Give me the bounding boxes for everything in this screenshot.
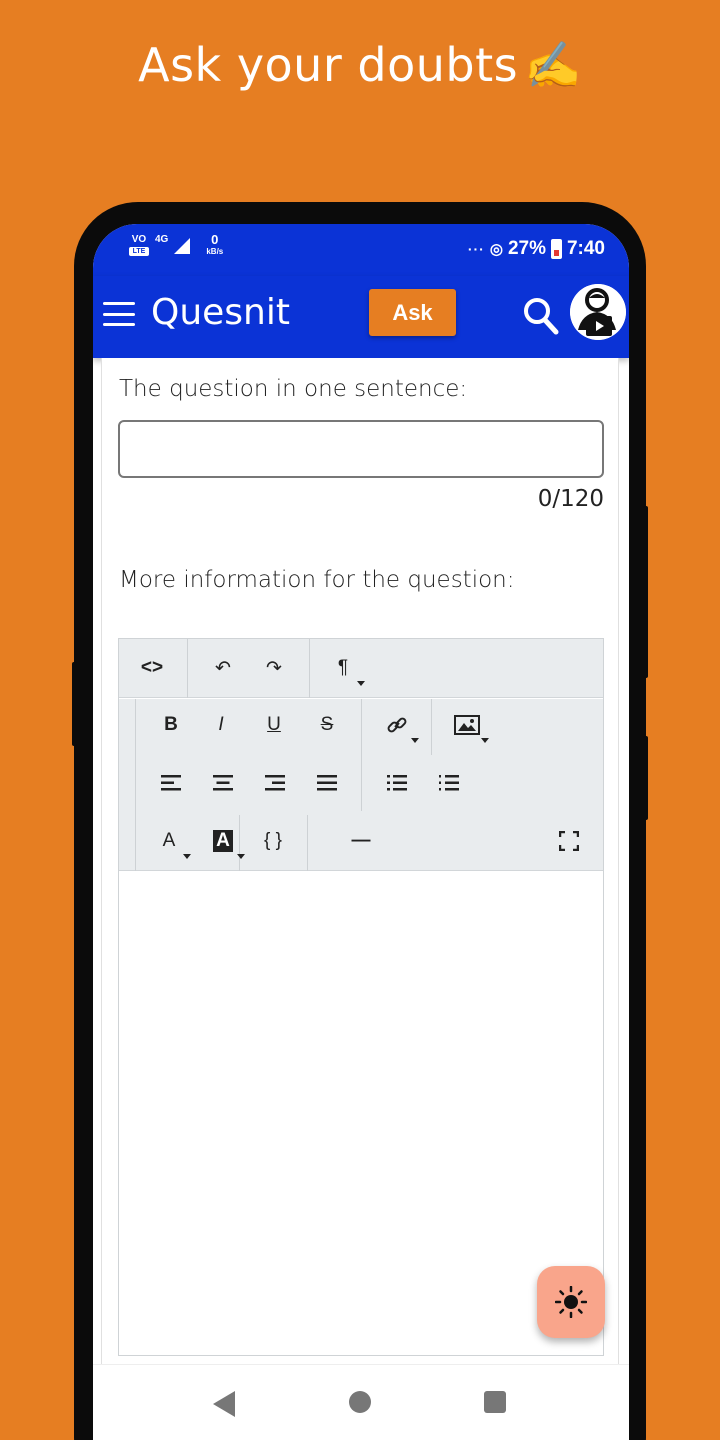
- underline-icon: U: [267, 714, 281, 735]
- status-bar: VO LTE 4G 0 kB/s ··· ◎ 27% 7:40: [93, 224, 629, 276]
- chevron-down-icon: [411, 738, 419, 743]
- writing-hand-icon: ✍️: [524, 38, 582, 92]
- fullscreen-icon: [559, 831, 579, 851]
- toolbar-separator: [361, 699, 362, 811]
- toolbar-separator: [135, 699, 136, 871]
- chevron-down-icon: [237, 854, 245, 859]
- bulleted-list-icon: [387, 775, 407, 791]
- promo-headline-text: Ask your doubts: [138, 38, 519, 92]
- horizontal-rule-icon: —: [351, 830, 371, 851]
- chevron-down-icon: [481, 738, 489, 743]
- recents-square-icon[interactable]: [484, 1391, 506, 1413]
- network-speed-unit: kB/s: [206, 247, 224, 256]
- clock: 7:40: [566, 238, 605, 259]
- image-icon: [454, 715, 480, 735]
- hotspot-icon: ◎: [489, 241, 503, 258]
- fullscreen-button[interactable]: [549, 821, 589, 861]
- align-justify-icon: [317, 775, 337, 791]
- redo-icon: ↷: [266, 657, 282, 679]
- editor-toolbar-row: <> ↶ ↷ ¶: [119, 639, 603, 698]
- question-input[interactable]: [118, 420, 604, 478]
- strikethrough-button[interactable]: S: [307, 705, 347, 745]
- align-center-button[interactable]: [203, 763, 243, 803]
- bold-button[interactable]: B: [151, 705, 191, 745]
- details-label: More information for the question:: [119, 567, 515, 593]
- phone-power-button: [643, 506, 648, 678]
- redo-button[interactable]: ↷: [254, 648, 294, 688]
- undo-icon: ↶: [215, 657, 231, 679]
- promo-headline: Ask your doubts ✍️: [0, 38, 720, 93]
- toolbar-separator: [187, 639, 188, 698]
- insert-link-dropdown[interactable]: [377, 705, 419, 745]
- char-counter: 0/120: [537, 486, 604, 512]
- question-label: The question in one sentence:: [119, 376, 468, 402]
- question-form: The question in one sentence: 0/120 More…: [101, 358, 619, 1364]
- status-bar-right: ··· ◎ 27% 7:40: [468, 238, 605, 260]
- rich-text-editor: <> ↶ ↷ ¶ B I U S A A {} —: [118, 638, 604, 1356]
- code-view-button[interactable]: <>: [132, 648, 172, 688]
- app-title: Quesnit: [151, 292, 290, 333]
- italic-icon: I: [218, 714, 224, 735]
- highlight-color-dropdown[interactable]: A: [203, 821, 245, 861]
- align-justify-button[interactable]: [307, 763, 347, 803]
- hamburger-menu-icon[interactable]: [103, 302, 135, 326]
- link-icon: [387, 717, 407, 733]
- app-bar: Quesnit Ask: [93, 276, 629, 358]
- lte-badge: LTE: [129, 247, 149, 256]
- phone-side-button: [643, 736, 648, 820]
- paragraph-style-dropdown[interactable]: ¶: [323, 648, 365, 688]
- insert-image-dropdown[interactable]: [447, 705, 489, 745]
- numbered-list-button[interactable]: [429, 763, 469, 803]
- align-right-button[interactable]: [255, 763, 295, 803]
- overflow-dots: ···: [467, 241, 485, 257]
- home-circle-icon[interactable]: [349, 1391, 371, 1413]
- volte-icon: VO LTE: [129, 234, 149, 260]
- ask-button[interactable]: Ask: [369, 289, 456, 336]
- numbered-list-icon: [439, 775, 459, 791]
- code-view-icon: <>: [140, 657, 164, 678]
- align-left-button[interactable]: [151, 763, 191, 803]
- editor-toolbar-rows: B I U S A A {} —: [119, 699, 603, 871]
- font-color-dropdown[interactable]: A: [149, 821, 191, 861]
- underline-button[interactable]: U: [254, 705, 294, 745]
- code-block-button[interactable]: { }: [253, 821, 293, 861]
- battery-icon: [550, 239, 562, 259]
- align-left-icon: [161, 775, 181, 791]
- strikethrough-icon: S: [320, 714, 334, 735]
- user-avatar-play-icon: [570, 284, 626, 340]
- paragraph-icon: ¶: [337, 657, 349, 678]
- system-nav-bar: [93, 1364, 629, 1440]
- back-triangle-icon[interactable]: [213, 1391, 235, 1417]
- network-speed-value: 0: [211, 232, 219, 247]
- font-color-icon: A: [162, 830, 176, 851]
- highlight-icon: A: [213, 830, 233, 852]
- search-icon[interactable]: [523, 296, 559, 336]
- toolbar-separator: [431, 699, 432, 755]
- bulleted-list-button[interactable]: [377, 763, 417, 803]
- phone-screen: VO LTE 4G 0 kB/s ··· ◎ 27% 7:40 Quesnit …: [93, 224, 629, 1440]
- chevron-down-icon: [183, 854, 191, 859]
- chevron-down-icon: [357, 681, 365, 686]
- signal-icon: [174, 238, 191, 254]
- horizontal-rule-button[interactable]: —: [341, 821, 381, 861]
- network-type: 4G: [155, 234, 169, 245]
- italic-button[interactable]: I: [201, 705, 241, 745]
- status-bar-left: VO LTE 4G 0 kB/s: [129, 232, 224, 260]
- editor-text-area[interactable]: [119, 872, 603, 1355]
- toolbar-separator: [307, 815, 308, 871]
- theme-toggle-fab[interactable]: [537, 1266, 605, 1338]
- undo-button[interactable]: ↶: [203, 648, 243, 688]
- code-block-icon: { }: [264, 830, 282, 851]
- align-center-icon: [213, 775, 233, 791]
- brightness-icon: [555, 1286, 587, 1318]
- volte-text: VO: [131, 234, 147, 245]
- bold-icon: B: [164, 714, 178, 735]
- battery-percent: 27%: [507, 238, 546, 259]
- phone-volume-button: [72, 662, 77, 746]
- user-avatar[interactable]: [570, 284, 626, 340]
- align-right-icon: [265, 775, 285, 791]
- network-speed: 0 kB/s: [206, 232, 224, 258]
- toolbar-separator: [309, 639, 310, 698]
